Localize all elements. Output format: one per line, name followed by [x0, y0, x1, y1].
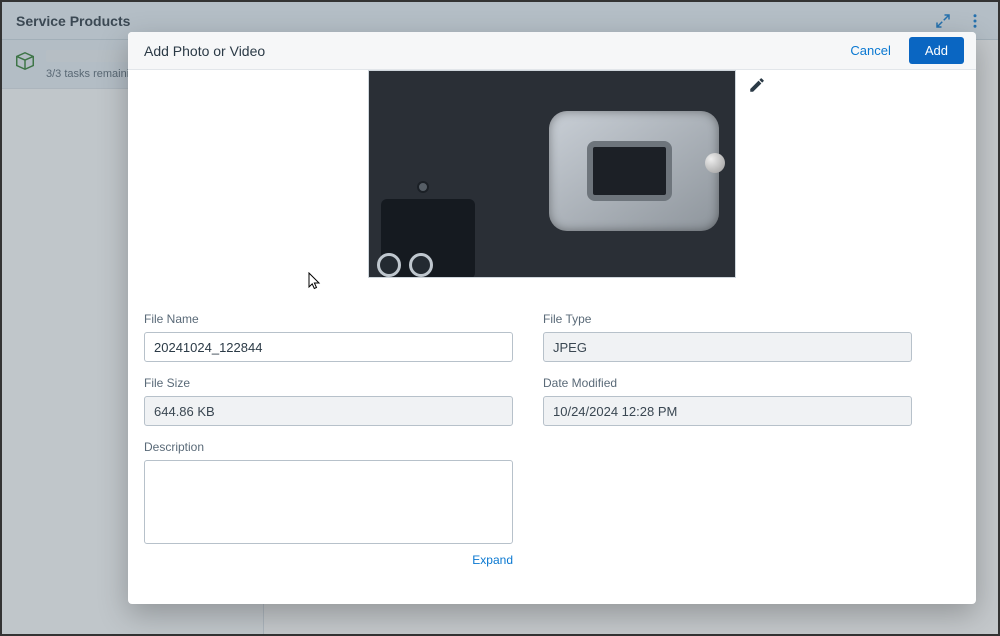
add-button[interactable]: Add	[909, 37, 964, 64]
modal-body: File Name File Type File Size Date Modif…	[128, 70, 976, 604]
description-input[interactable]	[144, 460, 513, 544]
file-name-input[interactable]	[144, 332, 513, 362]
file-size-field: File Size	[144, 376, 513, 426]
date-modified-input	[543, 396, 912, 426]
photo-preview	[368, 70, 736, 278]
cancel-button[interactable]: Cancel	[844, 37, 896, 64]
description-label: Description	[144, 440, 513, 454]
file-type-field: File Type	[543, 312, 912, 362]
modal-header: Add Photo or Video Cancel Add	[128, 32, 976, 70]
file-type-input	[543, 332, 912, 362]
file-type-label: File Type	[543, 312, 912, 326]
modal-title: Add Photo or Video	[144, 43, 265, 59]
date-modified-label: Date Modified	[543, 376, 912, 390]
add-photo-modal: Add Photo or Video Cancel Add	[128, 32, 976, 604]
date-modified-field: Date Modified	[543, 376, 912, 426]
edit-photo-icon[interactable]	[748, 76, 766, 94]
expand-description-button[interactable]: Expand	[144, 553, 513, 567]
file-size-label: File Size	[144, 376, 513, 390]
file-name-label: File Name	[144, 312, 513, 326]
description-field: Description Expand	[144, 440, 513, 567]
file-name-field: File Name	[144, 312, 513, 362]
file-size-input	[144, 396, 513, 426]
